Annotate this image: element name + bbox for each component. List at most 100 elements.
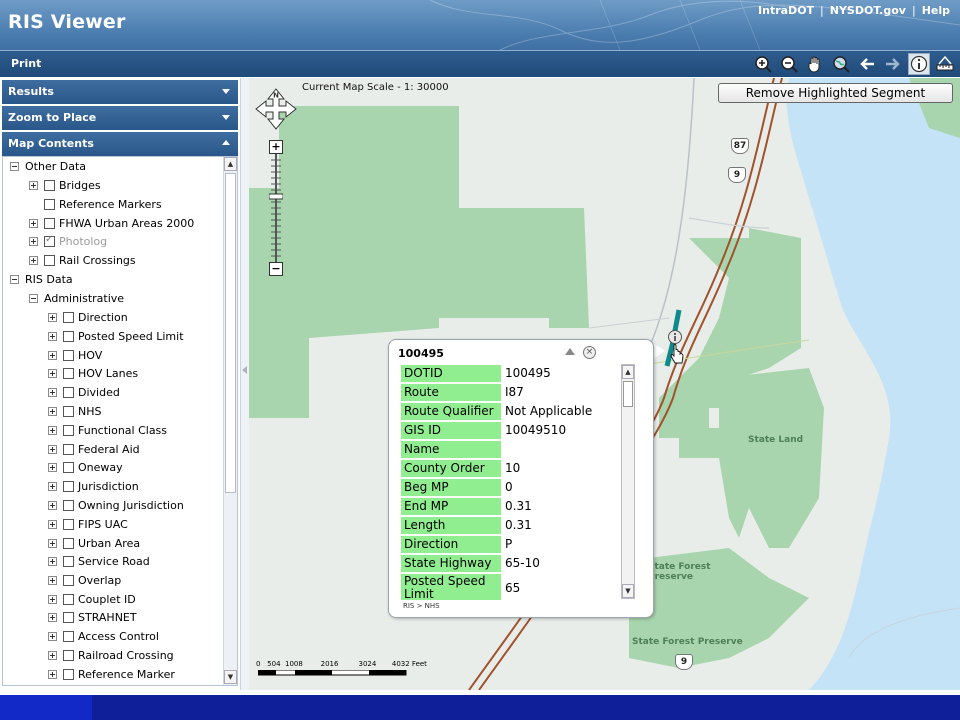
layer-checkbox[interactable] (63, 461, 74, 473)
results-panel-header[interactable]: Results (2, 80, 238, 104)
layer-checkbox[interactable] (63, 480, 74, 492)
previous-extent-button[interactable] (856, 53, 878, 75)
tree-node-other-data[interactable]: Other Data (10, 157, 86, 175)
expand-icon[interactable] (29, 236, 38, 246)
expand-icon[interactable] (48, 669, 57, 679)
attribute-value: 10 (505, 461, 521, 475)
layer-checkbox[interactable] (63, 386, 74, 398)
layer-checkbox[interactable] (63, 518, 74, 530)
zoom-in-button[interactable] (752, 53, 774, 75)
expand-icon[interactable] (48, 406, 57, 416)
zoom-slider-thumb[interactable] (269, 193, 283, 200)
collapse-icon[interactable] (29, 293, 38, 303)
layer-checkbox[interactable] (63, 611, 74, 623)
measure-button[interactable] (934, 53, 956, 75)
layer-checkbox[interactable] (63, 443, 74, 455)
tree-label: Photolog (59, 234, 108, 248)
expand-icon[interactable] (48, 556, 57, 566)
minimize-icon[interactable] (565, 348, 575, 355)
layer-checkbox[interactable] (63, 349, 74, 361)
layer-checkbox[interactable] (63, 574, 74, 586)
expand-icon[interactable] (48, 387, 57, 397)
zoom-out-button[interactable] (778, 53, 800, 75)
attribute-value: 0 (505, 480, 513, 494)
layer-checkbox[interactable] (44, 217, 55, 229)
expand-icon[interactable] (48, 538, 57, 548)
tree-scrollbar[interactable]: ▲ ▼ (223, 157, 237, 685)
identify-marker-icon[interactable] (667, 329, 689, 369)
map-contents-label: Map Contents (8, 137, 94, 150)
tree-label: Jurisdiction (78, 479, 139, 493)
expand-icon[interactable] (48, 575, 57, 585)
identify-button[interactable] (908, 53, 930, 75)
expand-icon[interactable] (48, 331, 57, 341)
remove-highlighted-segment-button[interactable]: Remove Highlighted Segment (718, 83, 953, 103)
expand-icon[interactable] (48, 650, 57, 660)
intradot-link[interactable]: IntraDOT (758, 4, 814, 17)
full-extent-button[interactable] (830, 53, 852, 75)
nysdot-link[interactable]: NYSDOT.gov (830, 4, 906, 17)
layer-checkbox[interactable] (63, 405, 74, 417)
layer-checkbox[interactable] (63, 367, 74, 379)
attribute-scrollbar[interactable]: ▲ ▼ (621, 364, 635, 599)
expand-icon[interactable] (48, 519, 57, 529)
layer-checkbox[interactable] (63, 555, 74, 567)
expand-icon[interactable] (48, 612, 57, 622)
pan-compass-icon[interactable]: N (254, 87, 298, 131)
close-icon[interactable]: × (583, 346, 596, 359)
expand-icon[interactable] (48, 481, 57, 491)
collapse-icon[interactable] (10, 161, 19, 171)
layer-checkbox[interactable] (63, 424, 74, 436)
next-extent-button[interactable] (882, 53, 904, 75)
layer-checkbox[interactable] (63, 649, 74, 661)
collapse-icon[interactable] (10, 274, 19, 284)
help-link[interactable]: Help (922, 4, 950, 17)
expand-icon[interactable] (48, 631, 57, 641)
expand-icon[interactable] (48, 594, 57, 604)
map-contents-panel-header[interactable]: Map Contents (2, 132, 238, 156)
layer-checkbox[interactable] (44, 179, 55, 191)
print-button[interactable]: Print (11, 57, 41, 70)
scroll-up-icon[interactable]: ▲ (622, 365, 634, 379)
tree-node-ris-data[interactable]: RIS Data (10, 270, 73, 288)
zoom-slider[interactable]: + − (269, 140, 283, 276)
pan-button[interactable] (804, 53, 826, 75)
layer-checkbox[interactable] (63, 630, 74, 642)
layer-checkbox[interactable] (63, 668, 74, 680)
layer-checkbox[interactable] (63, 311, 74, 323)
layer-checkbox[interactable] (44, 254, 55, 266)
zoom-to-place-panel-header[interactable]: Zoom to Place (2, 106, 238, 130)
expand-icon[interactable] (48, 462, 57, 472)
scrollbar-thumb[interactable] (225, 173, 236, 493)
tree-label: STRAHNET (78, 610, 137, 624)
expand-icon[interactable] (48, 500, 57, 510)
expand-icon[interactable] (29, 180, 38, 190)
layer-fhwa-urban-areas: FHWA Urban Areas 2000 (29, 214, 194, 232)
zoom-out-icon (781, 56, 798, 73)
attribute-key: Length (401, 517, 501, 534)
layer-checkbox[interactable] (63, 499, 74, 511)
map-tools (752, 53, 956, 75)
zoom-slider-plus-icon[interactable]: + (269, 140, 283, 154)
expand-icon[interactable] (29, 218, 38, 228)
scrollbar-thumb[interactable] (623, 381, 633, 407)
scroll-down-icon[interactable]: ▼ (224, 670, 237, 684)
panel-splitter[interactable] (240, 78, 249, 690)
layer-checkbox[interactable] (44, 198, 55, 210)
layer-checkbox[interactable] (63, 330, 74, 342)
scroll-up-icon[interactable]: ▲ (224, 157, 237, 171)
expand-icon[interactable] (48, 312, 57, 322)
scroll-down-icon[interactable]: ▼ (622, 584, 634, 598)
expand-icon[interactable] (48, 444, 57, 454)
layer-checkbox[interactable] (63, 593, 74, 605)
expand-icon[interactable] (48, 368, 57, 378)
layer-checkbox[interactable] (44, 234, 55, 247)
layer-checkbox[interactable] (63, 537, 74, 549)
expand-icon[interactable] (48, 425, 57, 435)
tree-node-administrative[interactable]: Administrative (29, 289, 124, 307)
expand-icon[interactable] (48, 350, 57, 360)
tree-label: Oneway (78, 460, 123, 474)
collapse-panel-icon[interactable] (242, 366, 247, 374)
expand-icon[interactable] (29, 255, 38, 265)
zoom-slider-minus-icon[interactable]: − (269, 262, 283, 276)
